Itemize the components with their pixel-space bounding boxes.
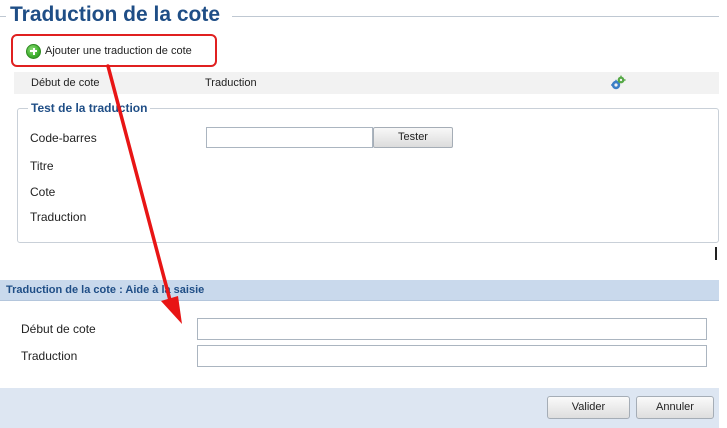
add-circle-icon	[26, 43, 41, 59]
cote-label: Cote	[30, 185, 56, 199]
code-barres-input[interactable]	[206, 127, 373, 148]
titre-label: Titre	[30, 159, 54, 173]
add-translation-button[interactable]: Ajouter une traduction de cote	[26, 43, 192, 59]
column-debut: Début de cote	[31, 77, 100, 89]
helper-traduction-label: Traduction	[21, 349, 78, 363]
text-cursor	[715, 247, 717, 260]
helper-panel-header: Traduction de la cote : Aide à la saisie	[0, 280, 719, 301]
annuler-button[interactable]: Annuler	[636, 396, 714, 419]
column-traduction: Traduction	[205, 77, 257, 89]
test-fieldset-legend: Test de la traduction	[28, 101, 151, 115]
add-translation-label: Ajouter une traduction de cote	[45, 45, 192, 57]
helper-debut-input[interactable]	[197, 318, 707, 340]
title-rule	[0, 16, 6, 17]
helper-debut-label: Début de cote	[21, 322, 96, 336]
traduction-result-label: Traduction	[30, 210, 87, 224]
page-title: Traduction de la cote	[7, 2, 224, 28]
valider-button[interactable]: Valider	[547, 396, 630, 419]
helper-traduction-input[interactable]	[197, 345, 707, 367]
gears-icon[interactable]	[610, 75, 626, 91]
title-rule	[232, 16, 719, 17]
code-barres-label: Code-barres	[30, 131, 97, 145]
tester-button[interactable]: Tester	[373, 127, 453, 148]
column-header-row: Début de cote Traduction	[14, 72, 719, 94]
